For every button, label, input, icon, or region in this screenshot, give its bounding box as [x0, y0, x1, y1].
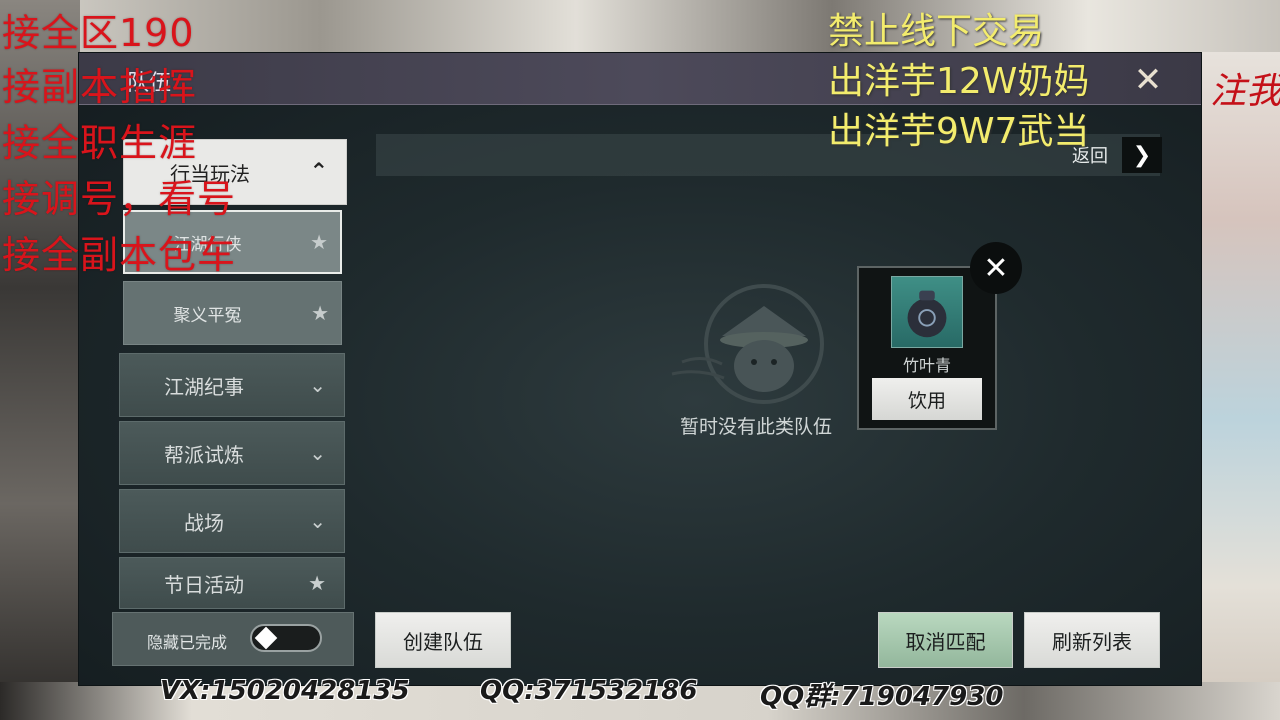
cancel-match-button[interactable]: 取消匹配 — [878, 612, 1013, 668]
overlay-yellow-line: 出洋芋9W7武当 — [828, 111, 1090, 152]
chevron-up-icon: ⌃ — [309, 159, 328, 185]
category-jianghu-jishi[interactable]: 江湖纪事 ⌄ — [119, 353, 345, 417]
empty-mascot-icon — [671, 284, 824, 404]
close-icon[interactable]: ✕ — [970, 242, 1022, 294]
back-button[interactable]: ❯ — [1122, 137, 1162, 173]
overlay-yellow-line: 出洋芋12W奶妈 — [828, 61, 1090, 102]
sub-item-juyi-pingyuan[interactable]: 聚义平冤 ★ — [123, 281, 342, 345]
overlay-contact: VX:15020428135 — [160, 676, 410, 706]
refresh-list-button[interactable]: 刷新列表 — [1024, 612, 1160, 668]
overlay-red-line: 接全副本包车 — [2, 233, 237, 277]
background-character-art — [1200, 52, 1280, 720]
chevron-right-icon: ❯ — [1132, 142, 1152, 168]
close-icon[interactable]: ✕ — [1126, 60, 1170, 104]
star-icon[interactable]: ★ — [311, 301, 329, 325]
chevron-down-icon: ⌄ — [309, 509, 326, 533]
wine-jar-icon — [891, 276, 963, 348]
overlay-red-line: 接调号，看号 — [2, 177, 237, 221]
toggle-knob — [254, 626, 278, 650]
category-label: 战场 — [184, 510, 224, 535]
overlay-yellow-line: 禁止线下交易 — [828, 11, 1045, 52]
overlay-right-text: 注我 — [1210, 71, 1280, 112]
chevron-down-icon: ⌄ — [309, 373, 326, 397]
overlay-contact: QQ:371532186 — [480, 676, 698, 706]
category-label: 帮派试炼 — [164, 442, 244, 467]
star-icon[interactable]: ★ — [310, 230, 328, 254]
overlay-red-line: 接全职生涯 — [2, 121, 198, 165]
category-zhanchang[interactable]: 战场 ⌄ — [119, 489, 345, 553]
category-label: 江湖纪事 — [164, 374, 244, 399]
category-jieri-huodong[interactable]: 节日活动 ★ — [119, 557, 345, 609]
category-bangpai-shilian[interactable]: 帮派试炼 ⌄ — [119, 421, 345, 485]
overlay-red-line: 接副本指挥 — [2, 65, 198, 109]
category-label: 节日活动 — [164, 572, 244, 597]
item-name: 竹叶青 — [902, 356, 951, 375]
empty-state-text: 暂时没有此类队伍 — [680, 416, 833, 438]
hide-completed-label: 隐藏已完成 — [147, 633, 228, 652]
overlay-red-line: 接全区190 — [2, 11, 195, 55]
star-icon[interactable]: ★ — [308, 571, 326, 595]
create-team-button[interactable]: 创建队伍 — [375, 612, 511, 668]
drink-button[interactable]: 饮用 — [872, 378, 982, 420]
overlay-contact: QQ群:719047930 — [760, 682, 1004, 712]
sub-item-label: 聚义平冤 — [173, 305, 242, 326]
hide-completed-toggle[interactable] — [250, 624, 322, 652]
chevron-down-icon: ⌄ — [309, 441, 326, 465]
